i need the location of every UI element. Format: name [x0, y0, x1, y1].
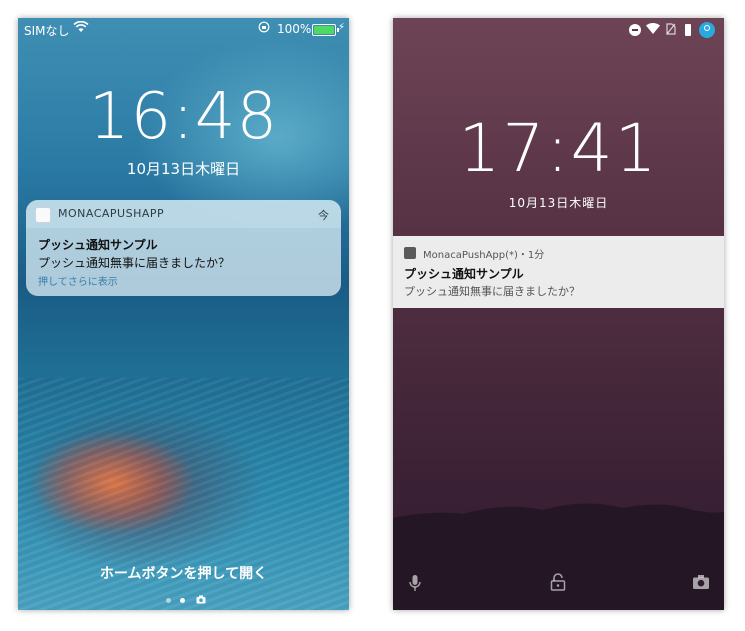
lock-icon[interactable]	[550, 573, 566, 595]
app-icon	[404, 247, 416, 259]
camera-icon	[196, 595, 206, 607]
notification-body: プッシュ通知無事に届きましたか？	[404, 285, 580, 298]
do-not-disturb-icon	[629, 24, 641, 36]
ios-status-bar: SIMなし 100% ⚡	[18, 18, 349, 40]
notification-title: プッシュ通知サンプル	[404, 267, 524, 281]
android-status-bar	[393, 18, 724, 42]
microphone-icon[interactable]	[409, 574, 421, 596]
notification-app-name: MONACAPUSHAPP	[58, 207, 165, 220]
notification-body: プッシュ通知無事に届きましたか？	[38, 256, 231, 270]
lock-clock: 16:48	[88, 80, 279, 154]
battery-percent: 100%	[277, 22, 312, 36]
lock-clock: 17:41	[458, 110, 659, 187]
app-icon	[35, 207, 51, 223]
wifi-icon	[73, 20, 89, 36]
charging-icon: ⚡	[338, 22, 346, 33]
user-avatar-icon[interactable]	[699, 22, 715, 38]
no-sim-icon	[666, 23, 676, 38]
push-notification[interactable]: MonacaPushApp(*)・1分 プッシュ通知サンプル プッシュ通知無事に…	[393, 236, 724, 308]
camera-icon[interactable]	[692, 574, 710, 594]
carrier-label: SIMなし	[24, 24, 70, 38]
notification-title: プッシュ通知サンプル	[38, 238, 158, 252]
rotation-lock-icon	[258, 21, 270, 36]
page-dot-active	[180, 598, 185, 603]
battery-icon	[312, 24, 339, 36]
notification-time: 今	[318, 209, 329, 222]
battery-icon	[685, 24, 691, 36]
android-lock-screen: 17:41 10月13日木曜日 MonacaPushApp(*)・1分 プッシュ…	[393, 18, 724, 610]
page-dot	[166, 598, 171, 603]
notification-header: MONACAPUSHAPP 今	[26, 200, 341, 228]
notification-hint: 押してさらに表示	[38, 277, 118, 288]
wifi-icon	[646, 22, 660, 37]
notification-app-line: MonacaPushApp(*)・1分	[423, 250, 545, 261]
ios-lock-screen: SIMなし 100% ⚡ 16:48 10月13日木曜日 MONACAPUSHA…	[18, 18, 349, 610]
lock-date: 10月13日木曜日	[508, 196, 609, 210]
home-button-hint: ホームボタンを押して開く	[99, 566, 268, 582]
lock-shortcuts	[393, 570, 724, 600]
push-notification[interactable]: MONACAPUSHAPP 今 プッシュ通知サンプル プッシュ通知無事に届きまし…	[26, 200, 341, 296]
lock-date: 10月13日木曜日	[126, 160, 241, 178]
